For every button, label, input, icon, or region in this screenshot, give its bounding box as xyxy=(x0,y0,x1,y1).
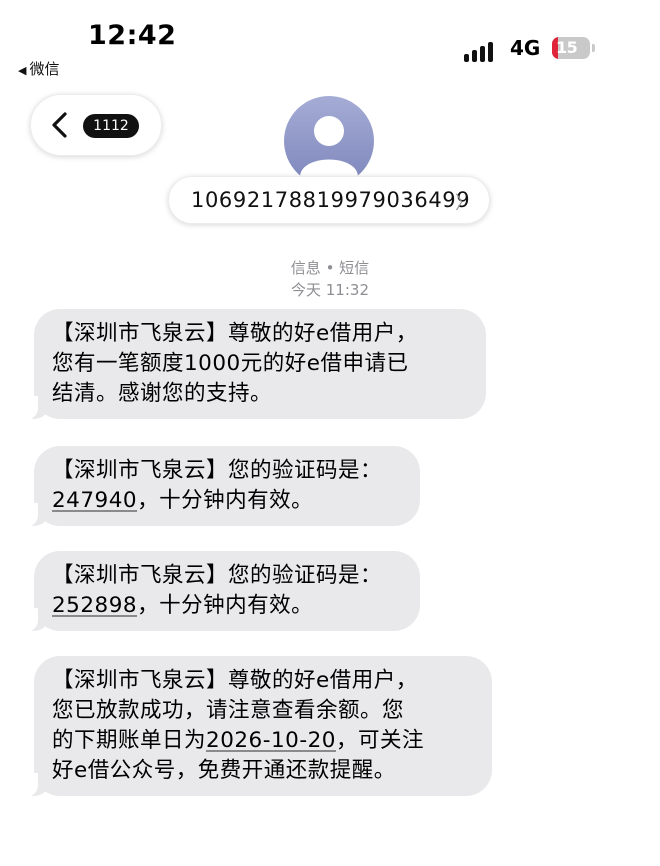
message-text-line: 【深圳市飞泉云】尊敬的好e借用户， xyxy=(52,321,418,346)
verification-code-link[interactable]: 247940 xyxy=(52,488,137,513)
message-text: ，可关注 xyxy=(335,728,424,753)
chevron-left-icon xyxy=(52,112,67,138)
message-text-line: 【深圳市飞泉云】您的验证码是： xyxy=(52,563,383,588)
date-link[interactable]: 2026-10-20 xyxy=(206,728,336,753)
contact-avatar[interactable] xyxy=(284,96,374,186)
message-text-line: 【深圳市飞泉云】尊敬的好e借用户， xyxy=(52,668,418,693)
message-text: 的下期账单日为 xyxy=(52,728,207,753)
unread-count-badge: 1112 xyxy=(83,114,139,138)
back-app-label: 微信 xyxy=(29,60,60,78)
message-text-line: 好e借公众号，免费开通还款提醒。 xyxy=(52,758,396,783)
sender-details-button[interactable]: 10692178819979036499 〉 xyxy=(168,176,490,224)
battery-percentage: 15 xyxy=(556,38,578,57)
message-text-line: 您有一笔额度1000元的好e借申请已 xyxy=(52,351,409,376)
message-timestamp: 今天 11:32 xyxy=(291,281,369,299)
cellular-signal-icon xyxy=(464,40,500,62)
message-text-line: 结清。感谢您的支持。 xyxy=(52,381,273,406)
sender-number: 10692178819979036499 xyxy=(191,188,471,212)
back-button[interactable]: 1112 xyxy=(30,94,162,156)
battery-cap xyxy=(592,44,595,52)
message-bubble[interactable]: 【深圳市飞泉云】尊敬的好e借用户， 您已放款成功，请注意查看余额。您 的下期账单… xyxy=(20,656,492,797)
message-bubble[interactable]: 【深圳市飞泉云】您的验证码是： 252898，十分钟内有效。 xyxy=(20,551,420,632)
battery-icon: 15 xyxy=(552,37,590,59)
message-text: ，十分钟内有效。 xyxy=(137,488,314,513)
message-text-line: 【深圳市飞泉云】您的验证码是： xyxy=(52,458,383,483)
message-bubble[interactable]: 【深圳市飞泉云】尊敬的好e借用户， 您有一笔额度1000元的好e借申请已 结清。… xyxy=(20,309,486,420)
back-to-app-link[interactable]: ◀ 微信 xyxy=(18,58,59,79)
person-icon xyxy=(300,116,358,176)
message-text: ，十分钟内有效。 xyxy=(137,593,314,618)
chevron-right-icon: 〉 xyxy=(455,193,473,214)
network-type: 4G xyxy=(510,36,541,60)
verification-code-link[interactable]: 252898 xyxy=(52,593,137,618)
back-triangle-icon: ◀ xyxy=(18,64,27,77)
status-time: 12:42 xyxy=(88,20,177,51)
service-label: 信息 • 短信 xyxy=(290,259,370,277)
message-text-line: 您已放款成功，请注意查看余额。您 xyxy=(52,698,405,723)
message-bubble[interactable]: 【深圳市飞泉云】您的验证码是： 247940，十分钟内有效。 xyxy=(20,446,420,527)
